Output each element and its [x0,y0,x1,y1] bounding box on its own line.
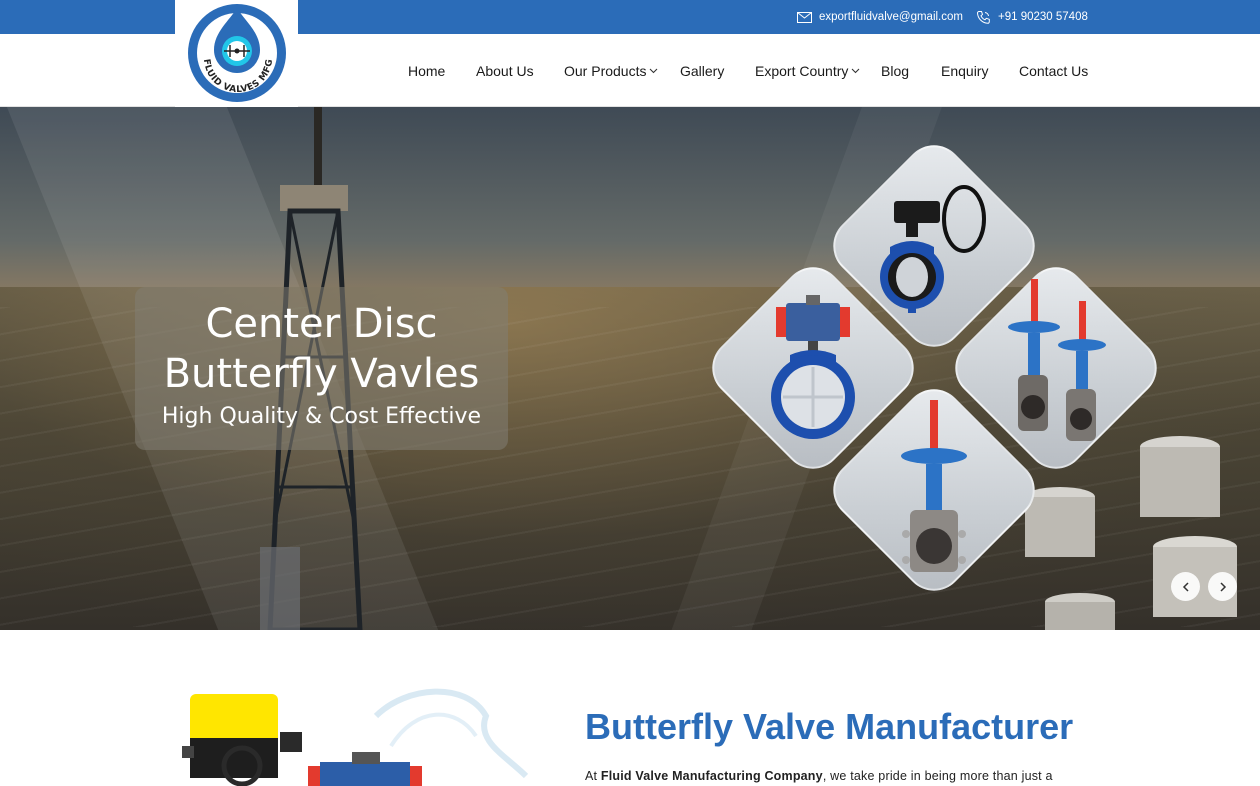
nav-about[interactable]: About Us [476,34,534,107]
nav-blog[interactable]: Blog [881,34,909,107]
actuator-valves-image [182,688,529,786]
nav-gallery[interactable]: Gallery [680,34,724,107]
logo[interactable]: FLUID VALVES MFG [175,0,298,107]
nav-enquiry-label: Enquiry [941,62,989,79]
intro-text-prefix: At [585,769,601,783]
nav-about-label: About Us [476,62,534,79]
slider-prev-button[interactable] [1171,572,1200,601]
nav-gallery-label: Gallery [680,62,725,79]
logo-emblem-icon: FLUID VALVES MFG [188,4,286,102]
nav-blog-label: Blog [881,62,910,79]
company-name: Fluid Valve Manufacturing Company [600,769,823,783]
nav-our-products[interactable]: Our Products [564,34,658,107]
gear-butterfly-valve-image [880,185,986,313]
chevron-left-icon [1182,581,1189,592]
phone-link[interactable]: +91 90230 57408 [976,0,1088,34]
phone-text: +91 90230 57408 [998,11,1088,23]
phone-icon [976,10,990,24]
nav-home-label: Home [408,62,446,79]
nav-enquiry[interactable]: Enquiry [941,34,988,107]
nav-contact-label: Contact Us [1019,62,1089,79]
nav-export-country[interactable]: Export Country [755,34,860,107]
knife-gate-valves-image [1008,279,1106,441]
section-title: Butterfly Valve Manufacturer [585,706,1074,747]
hero-caption: Center Disc Butterfly Vavles High Qualit… [135,287,508,450]
email-link[interactable]: exportfluidvalve@gmail.com [797,0,963,34]
mail-icon [797,11,812,23]
email-text: exportfluidvalve@gmail.com [819,11,963,23]
nav-export-country-label: Export Country [755,62,849,79]
pneumatic-butterfly-valve-image [771,295,855,439]
intro-text-suffix: , we take pride in being more than just … [822,769,1053,783]
nav-home[interactable]: Home [408,34,445,107]
slider-next-button[interactable] [1208,572,1237,601]
hero-slider: Center Disc Butterfly Vavles High Qualit… [0,107,1260,630]
section-intro-text: At Fluid Valve Manufacturing Company, we… [585,769,1085,783]
chevron-down-icon [650,68,658,73]
hero-heading-line1: Center Disc [205,301,438,347]
nav-contact[interactable]: Contact Us [1019,34,1088,107]
hero-subheading: High Quality & Cost Effective [161,404,482,429]
chevron-right-icon [1219,581,1226,592]
nav-our-products-label: Our Products [564,62,647,79]
chevron-down-icon [851,68,860,73]
hero-heading-line2: Butterfly Vavles [163,351,480,397]
knife-gate-valve-image [901,400,967,572]
